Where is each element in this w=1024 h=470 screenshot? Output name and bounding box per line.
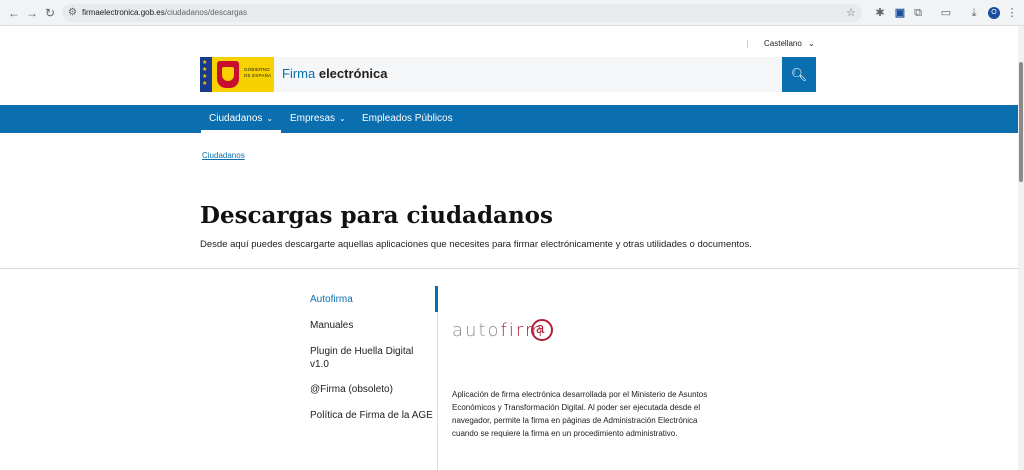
language-label: Castellano [764, 39, 802, 48]
cast-icon[interactable]: ▭ [938, 5, 954, 21]
eu-flag-icon: ★ ★ ★ ★ [200, 57, 212, 92]
side-item-politica-firma[interactable]: Política de Firma de la AGE [310, 409, 435, 422]
forward-icon[interactable]: → [24, 5, 40, 21]
chevron-down-icon: ⌄ [266, 114, 274, 123]
side-item-plugin-huella[interactable]: Plugin de Huella Digital v1.0 [310, 345, 435, 371]
page-description: Desde aquí puedes descargarte aquellas a… [200, 239, 752, 250]
side-item-autofirma[interactable]: Autofirma [310, 293, 435, 306]
breadcrumb-ciudadanos[interactable]: Ciudadanos [202, 151, 245, 160]
language-selector[interactable]: Castellano ⌄ [764, 39, 815, 48]
url-host: firmaelectronica.gob.es [82, 8, 165, 17]
address-bar[interactable]: ⚙ firmaelectronica.gob.es/ciudadanos/des… [62, 4, 862, 22]
extensions-puzzle-icon[interactable]: ⧉ [910, 5, 926, 21]
chevron-down-icon: ⌄ [339, 114, 346, 123]
gov-logo-line-2: DE ESPAÑA [244, 73, 272, 78]
nav-item-empleados-publicos[interactable]: Empleados Públicos [362, 105, 453, 133]
url-text: firmaelectronica.gob.es/ciudadanos/desca… [82, 4, 247, 22]
download-icon[interactable]: ⤓ [966, 5, 982, 21]
site-info-icon[interactable]: ⚙ [68, 6, 77, 20]
page-title: Descargas para ciudadanos [200, 202, 553, 229]
search-icon: 🔍︎ [790, 67, 808, 82]
extension-icon[interactable]: ✱ [872, 5, 888, 21]
menu-kebab-icon[interactable]: ⋮ [1004, 5, 1020, 21]
at-sign-letter-icon: a [536, 320, 545, 337]
nav-item-label: Ciudadanos [209, 113, 263, 124]
spain-crest-icon [217, 61, 239, 88]
nav-item-ciudadanos[interactable]: Ciudadanos ⌄ [200, 105, 282, 133]
logo-text-auto: auto [452, 320, 501, 341]
nav-item-empresas[interactable]: Empresas ⌄ [290, 105, 346, 133]
bookmark-star-icon[interactable]: ☆ [846, 5, 856, 21]
language-separator [747, 40, 748, 48]
main-nav: Ciudadanos ⌄ Empresas ⌄ Empleados Públicos [0, 105, 1018, 133]
autofirma-description: Aplicación de firma electrónica desarrol… [452, 390, 708, 438]
page-scrollbar[interactable] [1018, 26, 1024, 470]
extension-badge-icon[interactable]: ▣ [892, 5, 908, 21]
active-indicator [435, 286, 438, 312]
divider [0, 268, 1018, 269]
site-header-bar: Firma electrónica [274, 57, 782, 92]
browser-toolbar: ← → ↻ ⚙ firmaelectronica.gob.es/ciudadan… [0, 0, 1024, 26]
site-title-part1: Firma [282, 66, 316, 81]
gov-logo-text: GOBIERNO DE ESPAÑA [244, 67, 271, 79]
chevron-down-icon: ⌄ [808, 39, 815, 48]
profile-avatar[interactable]: O [988, 7, 1000, 19]
site-title[interactable]: Firma electrónica [282, 66, 388, 81]
reload-icon[interactable]: ↻ [42, 5, 58, 21]
url-path: /ciudadanos/descargas [164, 8, 247, 17]
side-item-firma-obsoleto[interactable]: @Firma (obsoleto) [310, 383, 435, 396]
page-content: Castellano ⌄ ★ ★ ★ ★ GOBIERNO DE ESPAÑA Fir… [0, 26, 1018, 470]
gobierno-espana-logo[interactable]: ★ ★ ★ ★ GOBIERNO DE ESPAÑA [200, 57, 274, 92]
side-item-manuales[interactable]: Manuales [310, 319, 435, 332]
nav-item-label: Empresas [290, 113, 336, 124]
scrollbar-thumb[interactable] [1019, 62, 1023, 182]
back-icon[interactable]: ← [6, 5, 22, 21]
nav-item-label: Empleados Públicos [362, 113, 453, 124]
downloads-side-menu: Autofirma Manuales Plugin de Huella Digi… [300, 286, 438, 470]
site-title-part2: electrónica [318, 66, 388, 81]
search-button[interactable]: 🔍︎ [782, 57, 816, 92]
